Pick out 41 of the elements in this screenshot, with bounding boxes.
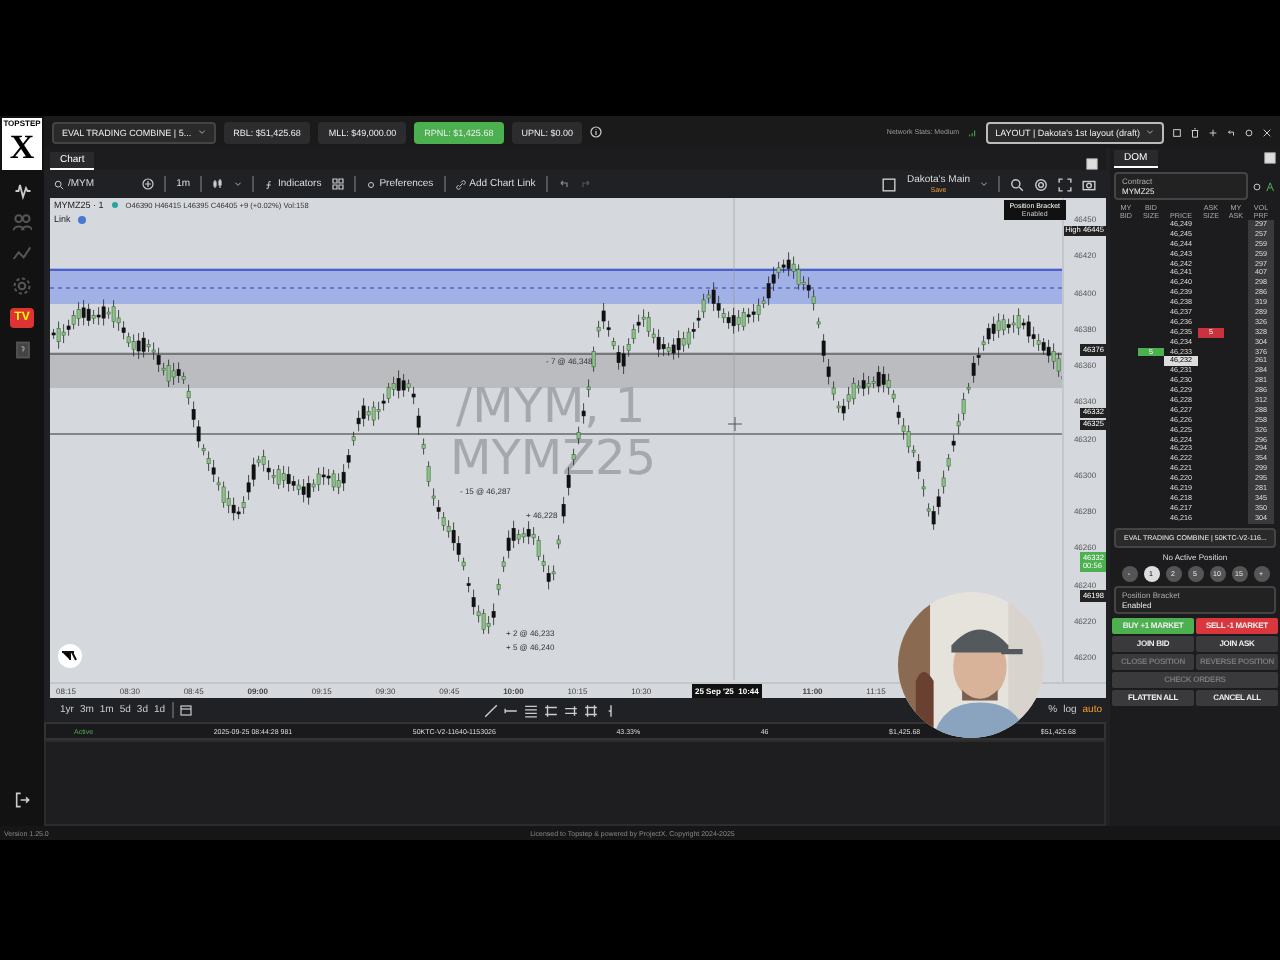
status-dot-icon (111, 202, 118, 208)
undo-icon[interactable] (1226, 127, 1236, 137)
trend-icon[interactable] (12, 244, 32, 264)
channel-tool-icon[interactable] (543, 703, 558, 717)
waveform-icon[interactable] (11, 182, 33, 200)
plus-icon[interactable] (1208, 127, 1218, 137)
square-icon[interactable] (882, 177, 897, 191)
undo-icon[interactable] (557, 178, 570, 190)
lines-tool-icon[interactable] (523, 703, 538, 717)
font-size-icon[interactable] (1266, 181, 1276, 191)
logo-mark: X (9, 128, 35, 168)
signal-icon[interactable] (967, 127, 978, 137)
expand-icon[interactable] (1264, 152, 1276, 164)
rectangle-tool-icon[interactable] (583, 703, 598, 717)
range-tool-icon[interactable] (563, 703, 578, 717)
link-dot-icon (78, 215, 87, 223)
help-icon[interactable] (13, 340, 31, 360)
caret-icon[interactable] (980, 180, 988, 188)
candles-icon[interactable] (212, 178, 225, 190)
add-icon[interactable] (142, 178, 155, 190)
search-icon[interactable] (54, 179, 64, 189)
people-icon[interactable] (12, 212, 32, 232)
info-icon[interactable] (590, 126, 603, 138)
fullscreen-icon[interactable] (1058, 177, 1072, 191)
logout-icon[interactable] (14, 792, 30, 808)
line-tool-icon[interactable] (483, 703, 498, 717)
link-icon[interactable] (455, 179, 466, 189)
grid-icon[interactable] (331, 178, 344, 190)
camera-icon[interactable] (1082, 177, 1096, 191)
zoom-icon[interactable] (1010, 177, 1024, 191)
caret-icon[interactable] (234, 180, 243, 188)
caret-icon[interactable] (197, 128, 206, 136)
trash-icon[interactable] (1190, 127, 1200, 137)
caret-icon[interactable] (1146, 128, 1154, 136)
crosshair-icon (727, 416, 743, 432)
cursor-tool-icon[interactable] (603, 703, 618, 717)
ray-tool-icon[interactable] (503, 703, 518, 717)
function-icon[interactable] (264, 179, 275, 189)
close-icon[interactable] (1262, 127, 1272, 137)
expand-icon[interactable] (1086, 158, 1098, 170)
calendar-icon[interactable] (179, 704, 192, 716)
